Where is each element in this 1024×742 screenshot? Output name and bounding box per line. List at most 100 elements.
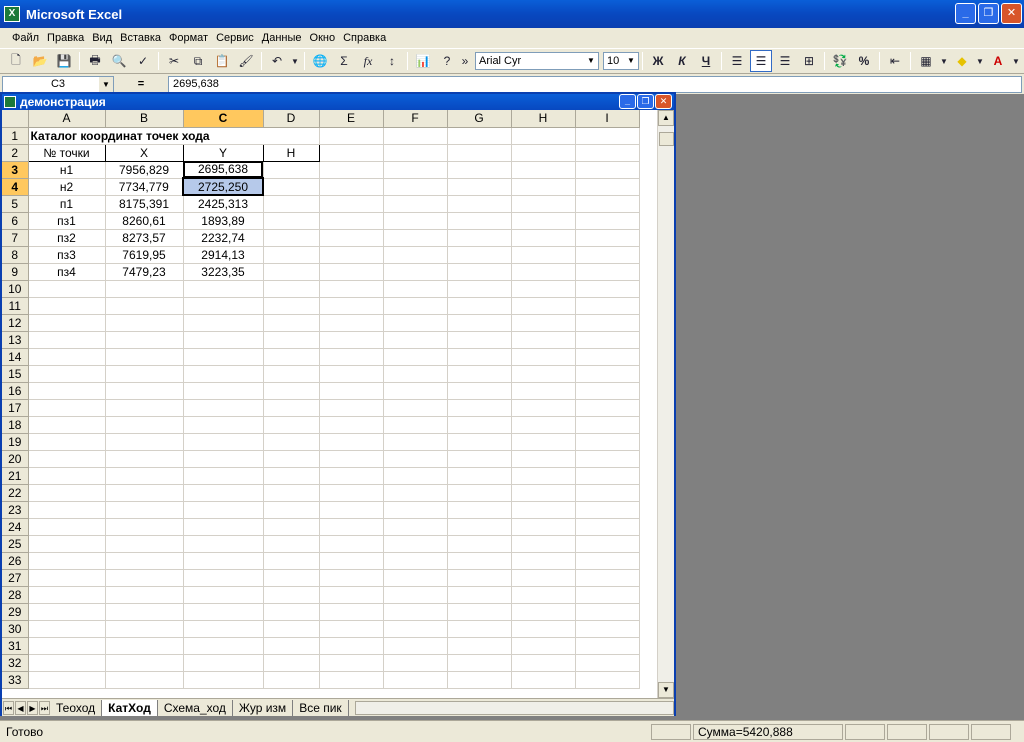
- cell[interactable]: [183, 365, 264, 383]
- cell[interactable]: [28, 416, 106, 434]
- cell[interactable]: [447, 484, 512, 502]
- cell[interactable]: [319, 501, 384, 519]
- row-header[interactable]: 31: [2, 637, 29, 655]
- cell[interactable]: [263, 433, 320, 451]
- cell[interactable]: [105, 535, 184, 553]
- cell[interactable]: [575, 212, 640, 230]
- menu-edit[interactable]: Правка: [43, 32, 88, 44]
- cell[interactable]: [28, 671, 106, 689]
- cell[interactable]: [105, 586, 184, 604]
- cell[interactable]: [319, 484, 384, 502]
- vertical-scrollbar[interactable]: ▲ ▼: [657, 110, 674, 698]
- cell[interactable]: [28, 603, 106, 621]
- row-header[interactable]: 24: [2, 518, 29, 536]
- cell[interactable]: [263, 501, 320, 519]
- row-header[interactable]: 32: [2, 654, 29, 672]
- cell[interactable]: [28, 654, 106, 672]
- cell[interactable]: [511, 484, 576, 502]
- cell[interactable]: [263, 603, 320, 621]
- minimize-button[interactable]: _: [955, 3, 976, 24]
- cut-icon[interactable]: ✂: [163, 50, 185, 72]
- open-folder-icon[interactable]: 📂: [29, 50, 51, 72]
- cell[interactable]: [447, 161, 512, 179]
- cell[interactable]: [575, 314, 640, 332]
- cell[interactable]: [263, 552, 320, 570]
- cell[interactable]: [575, 263, 640, 281]
- cell[interactable]: [319, 348, 384, 366]
- undo-icon[interactable]: ↶: [266, 50, 288, 72]
- cell[interactable]: [183, 569, 264, 587]
- cell[interactable]: [105, 484, 184, 502]
- chart-wizard-icon[interactable]: 📊: [412, 50, 434, 72]
- prev-sheet-icon[interactable]: ◀: [15, 700, 26, 715]
- cell[interactable]: [28, 569, 106, 587]
- cell[interactable]: [183, 331, 264, 349]
- cell[interactable]: [28, 586, 106, 604]
- cell[interactable]: [383, 331, 448, 349]
- cell[interactable]: [447, 178, 512, 196]
- spreadsheet-grid[interactable]: A B C D E F G H I 1 Каталог координат то…: [2, 110, 674, 698]
- cell[interactable]: [28, 433, 106, 451]
- underline-icon[interactable]: Ч: [695, 50, 717, 72]
- cell[interactable]: [28, 501, 106, 519]
- cell[interactable]: [319, 518, 384, 536]
- cell[interactable]: [263, 314, 320, 332]
- cell[interactable]: [447, 637, 512, 655]
- row-header[interactable]: 16: [2, 382, 29, 400]
- column-header-c[interactable]: C: [183, 110, 264, 128]
- cell-point-name[interactable]: п1: [28, 195, 106, 213]
- cell-x[interactable]: 7619,95: [105, 246, 184, 264]
- cell[interactable]: [319, 382, 384, 400]
- cell[interactable]: [319, 416, 384, 434]
- cell[interactable]: [575, 246, 640, 264]
- cell[interactable]: [511, 297, 576, 315]
- row-header[interactable]: 1: [2, 127, 29, 145]
- cell[interactable]: [319, 263, 384, 281]
- workbook-icon[interactable]: [4, 96, 16, 108]
- chevron-down-icon[interactable]: ▼: [939, 50, 949, 72]
- cell[interactable]: [575, 127, 640, 145]
- header-cell-x[interactable]: X: [104, 143, 184, 162]
- tab-teohod[interactable]: Теоход: [50, 699, 103, 716]
- cell[interactable]: [383, 416, 448, 434]
- cell[interactable]: [511, 263, 576, 281]
- cell[interactable]: [447, 263, 512, 281]
- cell[interactable]: [263, 518, 320, 536]
- scroll-down-icon[interactable]: ▼: [658, 682, 674, 698]
- cell[interactable]: [575, 671, 640, 689]
- cell[interactable]: [105, 314, 184, 332]
- cell[interactable]: [383, 433, 448, 451]
- cell-y[interactable]: 2232,74: [183, 229, 264, 247]
- cell[interactable]: [105, 416, 184, 434]
- cell[interactable]: [383, 144, 448, 162]
- fill-color-icon[interactable]: ◆: [951, 50, 973, 72]
- row-header[interactable]: 19: [2, 433, 29, 451]
- cell[interactable]: [263, 348, 320, 366]
- cell[interactable]: [447, 450, 512, 468]
- cell[interactable]: [575, 161, 640, 179]
- first-sheet-icon[interactable]: ⏮: [3, 700, 14, 715]
- row-header[interactable]: 27: [2, 569, 29, 587]
- cell[interactable]: [383, 654, 448, 672]
- sheet-title-cell[interactable]: Каталог координат точек хода: [28, 127, 320, 145]
- cell[interactable]: [511, 552, 576, 570]
- cell[interactable]: [383, 127, 448, 145]
- column-header-a[interactable]: A: [28, 110, 106, 128]
- print-preview-icon[interactable]: 🔍: [108, 50, 130, 72]
- cell[interactable]: [511, 518, 576, 536]
- row-header[interactable]: 18: [2, 416, 29, 434]
- row-header[interactable]: 22: [2, 484, 29, 502]
- cell[interactable]: [511, 178, 576, 196]
- cell[interactable]: [575, 229, 640, 247]
- cell[interactable]: [575, 280, 640, 298]
- column-header-d[interactable]: D: [263, 110, 320, 128]
- cell[interactable]: [28, 314, 106, 332]
- cell-point-name[interactable]: пз3: [28, 246, 106, 264]
- cell[interactable]: [383, 161, 448, 179]
- cell[interactable]: [105, 518, 184, 536]
- cell[interactable]: [383, 484, 448, 502]
- cell[interactable]: [511, 127, 576, 145]
- cell[interactable]: [511, 501, 576, 519]
- chevron-down-icon[interactable]: ▼: [975, 50, 985, 72]
- function-icon[interactable]: fx: [357, 50, 379, 72]
